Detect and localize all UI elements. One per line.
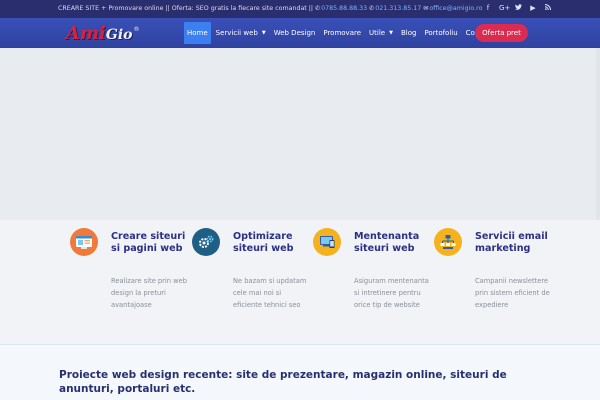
envelope-icon: ✉	[423, 5, 429, 12]
service-description: Realizare site prin web design la pretur…	[111, 277, 187, 309]
service-description: Ne bazam si updatam cele mai noi si efic…	[233, 277, 307, 309]
menu-item-servicii-web[interactable]: Servicii web ▼	[213, 22, 269, 44]
gears-icon[interactable]	[192, 228, 220, 256]
menu-item-blog[interactable]: Blog	[398, 22, 419, 44]
google-plus-icon[interactable]: G+	[499, 4, 510, 12]
services-section: Creare siteuri si pagini web Realizare s…	[0, 220, 600, 344]
website-creation-icon[interactable]	[70, 228, 98, 256]
top-info-bar: CREARE SITE + Promovare online || Oferta…	[0, 0, 600, 18]
service-title[interactable]: Optimizare siteuri web	[233, 231, 313, 254]
email-network-icon[interactable]	[434, 228, 462, 256]
hero-slider-area	[0, 48, 600, 220]
recent-projects-section: Proiecte web design recente: site de pre…	[0, 344, 600, 400]
rss-icon[interactable]	[544, 4, 552, 12]
menu-item-home[interactable]: Home	[184, 22, 211, 44]
menu-item-promovare[interactable]: Promovare	[320, 22, 364, 44]
contact-info: CREARE SITE + Promovare online || Oferta…	[58, 5, 482, 12]
amigio-logo[interactable]: Ami Gio ®	[66, 23, 139, 45]
email-link[interactable]: office@amigio.ro	[429, 5, 482, 12]
price-offer-button[interactable]: Oferta pret	[475, 24, 528, 42]
phone-link-2[interactable]: 021.313.85.17	[375, 5, 421, 12]
youtube-icon[interactable]: ▶	[529, 4, 537, 12]
menu-item-portofoliu[interactable]: Portofoliu	[421, 22, 460, 44]
service-description: Asiguram mentenanta si intretinere pentr…	[354, 277, 429, 309]
promo-text: CREARE SITE + Promovare online || Oferta…	[58, 5, 314, 12]
devices-icon[interactable]	[313, 228, 341, 256]
menu-item-utile[interactable]: Utile ▼	[366, 22, 396, 44]
chevron-down-icon: ▼	[389, 30, 393, 36]
phone-icon: ✆	[315, 5, 321, 12]
service-title[interactable]: Creare siteuri si pagini web	[111, 231, 191, 254]
service-title[interactable]: Servicii email marketing	[475, 231, 555, 254]
phone-icon: ✆	[369, 5, 375, 12]
projects-heading: Proiecte web design recente: site de pre…	[59, 369, 507, 395]
menu-item-web-design[interactable]: Web Design	[271, 22, 319, 44]
twitter-icon[interactable]	[514, 4, 522, 12]
section-divider	[0, 344, 600, 345]
social-links: f G+ ▶	[484, 4, 552, 12]
hero-right-edge	[596, 48, 600, 220]
main-navbar: Ami Gio ® Home Servicii web ▼ Web Design Pr…	[0, 18, 600, 48]
service-title[interactable]: Mentenanta siteuri web	[354, 231, 434, 254]
phone-link-1[interactable]: 0785.88.88.33	[321, 5, 367, 12]
chevron-down-icon: ▼	[261, 30, 266, 36]
service-description: Campanii newslettere prin sistem eficien…	[475, 277, 550, 309]
facebook-icon[interactable]: f	[484, 4, 492, 12]
main-menu: Home Servicii web ▼ Web Design Promovare …	[184, 22, 498, 44]
